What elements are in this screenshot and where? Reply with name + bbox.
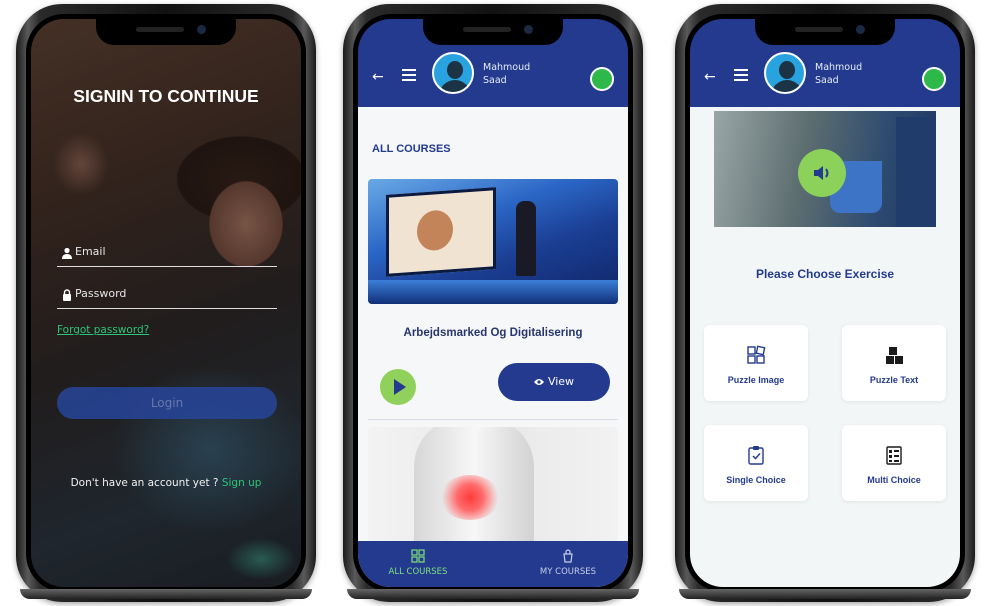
- exercise-label: Single Choice: [726, 475, 786, 485]
- back-arrow-icon[interactable]: ←: [704, 69, 716, 85]
- phone-signin: SIGNIN TO CONTINUE Forgot password? Logi: [16, 4, 316, 602]
- exercise-multi-choice[interactable]: Multi Choice: [842, 425, 946, 501]
- puzzle-text-icon: [886, 347, 903, 364]
- phone-exercise: ← Mahmoud Saad Please Choose Exercise Pu…: [675, 4, 975, 602]
- status-badge[interactable]: [922, 67, 946, 91]
- phone-bezel: ← Mahmoud Saad ALL COURSES Arbejdsmarked…: [353, 14, 633, 592]
- status-badge[interactable]: [590, 67, 614, 91]
- exercise-body: Please Choose Exercise Puzzle Image Puzz…: [690, 107, 960, 587]
- exercise-label: Puzzle Text: [869, 375, 919, 385]
- puzzle-image-icon: [747, 345, 766, 364]
- signup-line: Don't have an account yet ? Sign up: [31, 477, 301, 489]
- exercise-label: Multi Choice: [867, 475, 921, 485]
- sound-button[interactable]: [798, 149, 846, 197]
- phone-notch: [96, 19, 236, 45]
- bottom-tab-bar: ALL COURSES MY COURSES: [358, 541, 628, 587]
- email-field[interactable]: [57, 241, 277, 267]
- exercise-screen: ← Mahmoud Saad Please Choose Exercise Pu…: [690, 19, 960, 587]
- phone-notch: [755, 19, 895, 45]
- course-thumbnail-2[interactable]: [368, 427, 618, 542]
- divider: [368, 419, 618, 420]
- view-button[interactable]: View: [498, 363, 610, 401]
- password-input[interactable]: [75, 287, 277, 300]
- back-arrow-icon[interactable]: ←: [372, 69, 384, 85]
- login-button[interactable]: Login: [57, 387, 277, 419]
- user-first-name: Mahmoud: [815, 62, 863, 73]
- phone-bezel: SIGNIN TO CONTINUE Forgot password? Logi: [26, 14, 306, 592]
- signin-title: SIGNIN TO CONTINUE: [73, 86, 259, 106]
- speaker-icon: [814, 166, 829, 180]
- user-icon: [62, 247, 72, 259]
- phone-notch: [423, 19, 563, 45]
- exercise-hero-image: [714, 111, 936, 227]
- exercise-puzzle-image[interactable]: Puzzle Image: [704, 325, 808, 401]
- course-thumbnail[interactable]: [368, 179, 618, 304]
- clipboard-check-icon: [748, 446, 764, 465]
- signup-link[interactable]: Sign up: [222, 477, 262, 489]
- avatar[interactable]: [764, 52, 806, 94]
- courses-body: ALL COURSES Arbejdsmarked Og Digitaliser…: [358, 107, 628, 587]
- user-last-name: Saad: [815, 75, 839, 86]
- showcase: SIGNIN TO CONTINUE Forgot password? Logi: [0, 0, 989, 606]
- play-button[interactable]: [380, 369, 416, 405]
- hamburger-menu-icon[interactable]: [734, 69, 748, 81]
- tab-my-courses-label: MY COURSES: [539, 567, 597, 577]
- avatar[interactable]: [432, 52, 474, 94]
- lock-icon: [63, 289, 71, 301]
- exercise-label: Puzzle Image: [727, 375, 785, 385]
- section-title: ALL COURSES: [372, 143, 451, 155]
- choose-exercise-prompt: Please Choose Exercise: [755, 267, 895, 281]
- forgot-password-link[interactable]: Forgot password?: [57, 324, 149, 336]
- grid-icon: [411, 549, 425, 563]
- course-title: Arbejdsmarked Og Digitalisering: [403, 327, 583, 339]
- user-first-name: Mahmoud: [483, 62, 531, 73]
- tab-all-courses[interactable]: ALL COURSES: [358, 549, 478, 577]
- hamburger-menu-icon[interactable]: [402, 69, 416, 81]
- view-label: View: [547, 375, 575, 388]
- signin-screen: SIGNIN TO CONTINUE Forgot password? Logi: [31, 19, 301, 587]
- password-field[interactable]: [57, 283, 277, 309]
- checklist-icon: [886, 446, 902, 465]
- tab-my-courses[interactable]: MY COURSES: [508, 549, 628, 577]
- exercise-single-choice[interactable]: Single Choice: [704, 425, 808, 501]
- tab-all-courses-label: ALL COURSES: [388, 567, 448, 577]
- user-name: Mahmoud Saad: [483, 61, 530, 87]
- phone-bezel: ← Mahmoud Saad Please Choose Exercise Pu…: [685, 14, 965, 592]
- phone-courses: ← Mahmoud Saad ALL COURSES Arbejdsmarked…: [343, 4, 643, 602]
- email-input[interactable]: [75, 245, 277, 258]
- bag-icon: [563, 549, 573, 563]
- user-name: Mahmoud Saad: [815, 61, 862, 87]
- exercise-puzzle-text[interactable]: Puzzle Text: [842, 325, 946, 401]
- eye-icon: [533, 379, 544, 385]
- courses-screen: ← Mahmoud Saad ALL COURSES Arbejdsmarked…: [358, 19, 628, 587]
- signup-prompt: Don't have an account yet ?: [70, 477, 219, 489]
- user-last-name: Saad: [483, 75, 507, 86]
